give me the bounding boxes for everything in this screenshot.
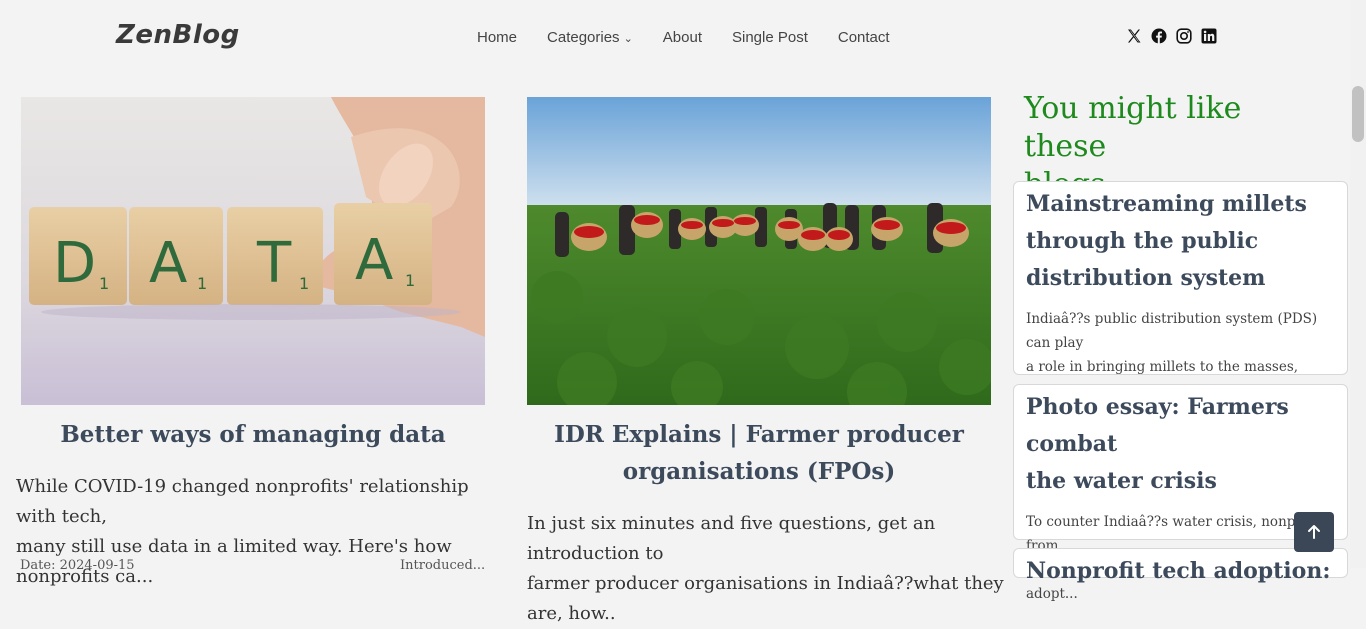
svg-text:A: A — [355, 228, 393, 293]
social-links — [1126, 28, 1217, 44]
related-blog-title-line: distribution system — [1026, 265, 1266, 291]
related-blog-card[interactable]: Nonprofit tech adoption: — [1013, 548, 1348, 584]
post-author: Introduced... — [400, 558, 486, 573]
svg-text:A: A — [149, 231, 187, 296]
post-image-farmers-field[interactable] — [527, 97, 991, 405]
post-title-line: IDR Explains | Farmer producer — [554, 421, 964, 448]
related-blog-title-line: Mainstreaming millets — [1026, 191, 1307, 217]
svg-text:1: 1 — [299, 274, 309, 293]
related-blog-title: Photo essay: Farmers combat the water cr… — [1026, 389, 1335, 500]
svg-text:1: 1 — [99, 274, 109, 293]
related-blog-card[interactable]: Mainstreaming millets through the public… — [1013, 181, 1348, 399]
instagram-icon[interactable] — [1176, 28, 1192, 44]
post-title[interactable]: Better ways of managing data — [21, 416, 485, 453]
post-date: Date: 2024-09-15 — [20, 558, 135, 573]
post-excerpt-line: farmer producer organisations in Indiaâ?… — [527, 573, 1004, 624]
back-to-top-button[interactable] — [1294, 512, 1334, 552]
related-blog-title: Mainstreaming millets through the public… — [1026, 186, 1335, 297]
site-header: ZenBlog Home Categories ⌄ About Single Po… — [0, 0, 1350, 76]
post-image-data-tiles[interactable]: D1 A1 T1 A1 — [21, 97, 485, 405]
nav-about[interactable]: About — [663, 29, 702, 46]
nav-home[interactable]: Home — [477, 29, 517, 46]
nav-contact[interactable]: Contact — [838, 29, 890, 46]
post-excerpt: While COVID-19 changed nonprofits' relat… — [16, 472, 502, 592]
svg-text:1: 1 — [405, 271, 415, 290]
sidebar-heading-line: You might like these — [1024, 91, 1242, 164]
facebook-icon[interactable] — [1151, 28, 1167, 44]
chevron-down-icon: ⌄ — [623, 33, 633, 45]
arrow-up-icon — [1308, 525, 1320, 539]
related-blog-title-line: through the public — [1026, 228, 1259, 254]
related-blog-title-line: the water crisis — [1026, 468, 1217, 494]
svg-text:1: 1 — [197, 274, 207, 293]
x-icon[interactable] — [1126, 28, 1142, 44]
post-title-line: organisations (FPOs) — [622, 458, 896, 485]
related-blog-title: Nonprofit tech adoption: — [1026, 558, 1331, 584]
post-excerpt: In just six minutes and five questions, … — [527, 509, 1007, 629]
svg-text:D: D — [53, 231, 96, 296]
main-nav: Home Categories ⌄ About Single Post Conta… — [477, 29, 890, 46]
linkedin-icon[interactable] — [1201, 28, 1217, 44]
svg-text:T: T — [256, 231, 292, 296]
nav-categories-label: Categories — [547, 29, 620, 46]
nav-categories[interactable]: Categories ⌄ — [547, 29, 633, 46]
related-blog-excerpt-line: Indiaâ??s public distribution system (PD… — [1026, 311, 1318, 351]
site-logo[interactable]: ZenBlog — [116, 20, 240, 50]
scrollbar-thumb[interactable] — [1352, 86, 1364, 142]
post-excerpt-line: While COVID-19 changed nonprofits' relat… — [16, 476, 469, 527]
post-excerpt-line: In just six minutes and five questions, … — [527, 513, 936, 564]
related-blog-title-line: Photo essay: Farmers combat — [1026, 394, 1289, 457]
nav-single-post[interactable]: Single Post — [732, 29, 808, 46]
post-title[interactable]: IDR Explains | Farmer producer organisat… — [527, 416, 991, 490]
